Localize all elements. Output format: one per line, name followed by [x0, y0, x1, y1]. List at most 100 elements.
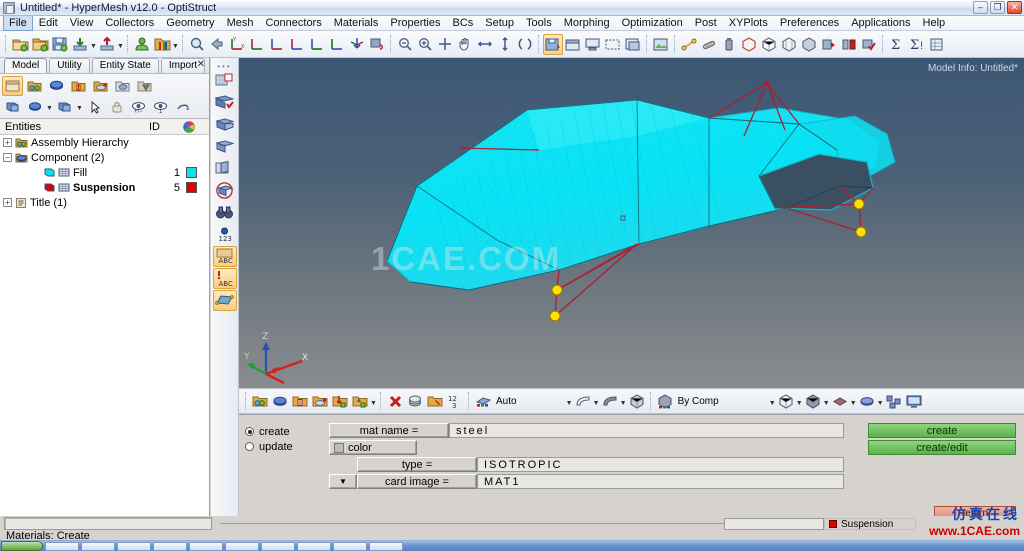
line-edit-icon[interactable] — [699, 34, 719, 55]
view-zx-icon[interactable] — [287, 34, 307, 55]
auto-mesh-mode-icon[interactable] — [473, 391, 493, 412]
shade-caret-1[interactable]: ▼ — [593, 391, 600, 412]
shaded-cube-caret[interactable]: ▼ — [823, 391, 830, 412]
view-zy-icon[interactable] — [307, 34, 327, 55]
radio-indicator[interactable] — [245, 427, 254, 436]
select-cursor-icon[interactable] — [84, 97, 105, 117]
image-capture-icon[interactable] — [651, 34, 671, 55]
tab-entity-state[interactable]: Entity State — [91, 58, 159, 73]
material-browser-icon[interactable] — [90, 76, 111, 96]
component-browser-icon[interactable] — [46, 76, 67, 96]
by-comp-color-icon[interactable] — [655, 391, 675, 412]
color-button[interactable]: color — [329, 440, 417, 455]
organize-icon[interactable] — [405, 391, 425, 412]
diamond-shell-icon[interactable] — [830, 391, 850, 412]
field-label-type[interactable]: type = — [357, 457, 477, 472]
material-collector-icon[interactable] — [310, 391, 330, 412]
undo-view-icon[interactable] — [172, 97, 193, 117]
wireframe-cube-icon[interactable] — [776, 391, 796, 412]
shade-cube-icon[interactable] — [627, 391, 647, 412]
export-icon[interactable] — [97, 34, 117, 55]
open-model-icon[interactable] — [10, 34, 30, 55]
pan-hand-icon[interactable] — [455, 34, 475, 55]
tree-row-color-swatch[interactable] — [186, 167, 197, 178]
rotate-view-icon[interactable] — [367, 34, 387, 55]
assembly-browser-icon[interactable] — [24, 76, 45, 96]
collector-dropdown-caret[interactable]: ▼ — [370, 391, 377, 412]
radio-update[interactable]: update — [245, 439, 323, 454]
zoom-out-icon[interactable] — [395, 34, 415, 55]
entity-tree[interactable]: + Assembly Hierarchy − Component (2) Fill 1 Su… — [0, 135, 209, 516]
load-browser-icon[interactable] — [112, 76, 133, 96]
component-color-icon[interactable] — [24, 97, 45, 117]
system-browser-icon[interactable] — [134, 76, 155, 96]
back-arrow-icon[interactable] — [207, 34, 227, 55]
menu-item-geometry[interactable]: Geometry — [160, 16, 220, 30]
tree-row[interactable]: + Title (1) — [0, 195, 209, 210]
user-profile-icon[interactable] — [132, 34, 152, 55]
taskbar-item[interactable] — [369, 541, 403, 551]
save-view-icon[interactable] — [543, 33, 563, 55]
tree-row-color-swatch[interactable] — [186, 182, 197, 193]
exploded-view-icon[interactable] — [884, 391, 904, 412]
assembly-red-icon[interactable] — [819, 34, 839, 55]
component-blue-icon[interactable] — [270, 391, 290, 412]
zoom-icon[interactable] — [187, 34, 207, 55]
component-collector-icon[interactable] — [250, 391, 270, 412]
model-view-icon[interactable] — [2, 75, 23, 96]
mask-elements-icon[interactable] — [213, 70, 237, 91]
taskbar-item[interactable] — [81, 541, 115, 551]
menu-item-view[interactable]: View — [64, 16, 100, 30]
minimize-button[interactable]: – — [973, 1, 988, 14]
menu-item-bcs[interactable]: BCs — [447, 16, 480, 30]
wireframe-caret[interactable]: ▼ — [796, 391, 803, 412]
start-button[interactable] — [1, 541, 43, 551]
view-yz-icon[interactable] — [327, 34, 347, 55]
menu-item-materials[interactable]: Materials — [328, 16, 385, 30]
capture-region-icon[interactable] — [603, 34, 623, 55]
taskbar-item[interactable] — [261, 541, 295, 551]
capture-window-icon[interactable] — [563, 34, 583, 55]
menu-item-help[interactable]: Help — [917, 16, 952, 30]
mesh-shrink-icon[interactable] — [213, 158, 237, 179]
tab-model[interactable]: Model — [4, 58, 48, 73]
menu-item-connectors[interactable]: Connectors — [259, 16, 327, 30]
view-yx-icon[interactable] — [247, 34, 267, 55]
view-xy-icon[interactable]: YX — [227, 34, 247, 55]
mask-reverse-icon[interactable] — [213, 92, 237, 113]
tree-expander-plus-icon[interactable]: + — [3, 198, 12, 207]
taskbar-item[interactable] — [225, 541, 259, 551]
mesh-display-icon[interactable] — [213, 114, 237, 135]
zoom-in-icon[interactable] — [415, 34, 435, 55]
field-value-mat-name[interactable]: steel — [449, 423, 844, 438]
status-field[interactable] — [724, 518, 824, 530]
tab-utility[interactable]: Utility — [49, 58, 90, 73]
surface-edit-icon[interactable] — [719, 34, 739, 55]
property-browser-icon[interactable] — [68, 76, 89, 96]
fit-view-icon[interactable] — [435, 34, 455, 55]
menu-item-properties[interactable]: Properties — [384, 16, 446, 30]
capture-all-icon[interactable] — [623, 34, 643, 55]
display-mode-caret[interactable]: ▼ — [76, 96, 83, 117]
save-icon[interactable] — [50, 34, 70, 55]
browser-close-icon[interactable]: ✕ — [197, 59, 205, 70]
tree-row[interactable]: − Component (2) — [0, 150, 209, 165]
taskbar-item[interactable] — [153, 541, 187, 551]
create-edit-button[interactable]: create/edit — [868, 440, 1016, 455]
card-image-dropdown-button[interactable]: ▼ — [329, 474, 357, 489]
menu-item-collectors[interactable]: Collectors — [99, 16, 160, 30]
node-edit-icon[interactable] — [679, 34, 699, 55]
tree-row[interactable]: Fill 1 — [0, 165, 209, 180]
display-mode-icon[interactable] — [54, 97, 75, 117]
field-value-card-image[interactable]: MAT1 — [477, 474, 844, 489]
create-button[interactable]: create — [868, 423, 1016, 438]
show-one-icon[interactable]: 1 — [150, 97, 171, 117]
text-label-icon[interactable]: ABC — [212, 246, 237, 267]
radio-indicator[interactable] — [245, 442, 254, 451]
show-hide-icon[interactable]: +/− — [128, 97, 149, 117]
shade-solid-icon[interactable] — [600, 391, 620, 412]
export-dropdown-caret[interactable]: ▼ — [117, 34, 124, 55]
property-collector-icon[interactable] — [290, 391, 310, 412]
color-palette-icon[interactable] — [152, 34, 172, 55]
surface-select-icon[interactable] — [212, 290, 237, 311]
